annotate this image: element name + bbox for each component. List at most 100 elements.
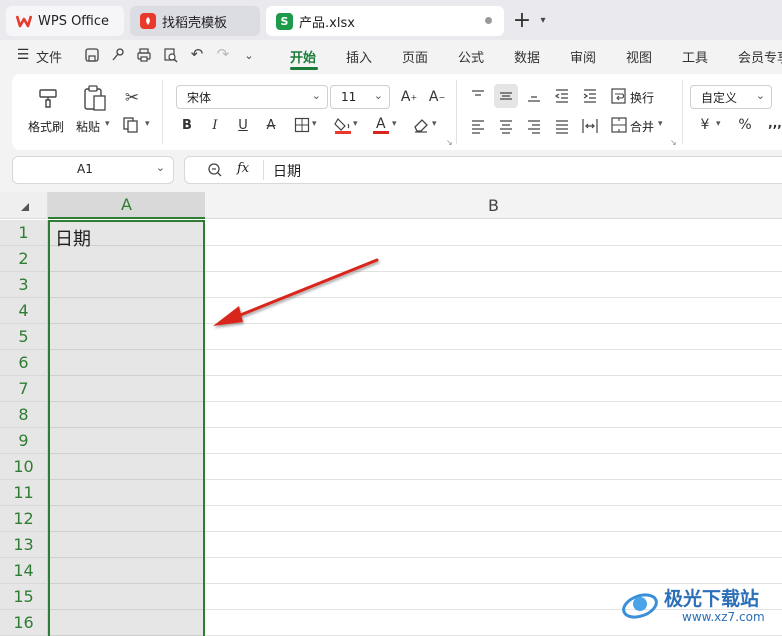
row-header[interactable]: 2: [0, 246, 48, 272]
tab-view[interactable]: 视图: [626, 47, 652, 66]
increase-indent-icon[interactable]: [580, 86, 600, 106]
underline-icon[interactable]: U: [232, 114, 254, 136]
bold-icon[interactable]: B: [176, 114, 198, 136]
formula-input-box[interactable]: fx 日期: [184, 156, 782, 184]
cell-a[interactable]: [48, 480, 205, 506]
font-name-select[interactable]: 宋体 ⌄: [176, 85, 328, 109]
align-bottom-icon[interactable]: [524, 86, 544, 106]
tab-template[interactable]: 找稻壳模板: [130, 6, 260, 36]
redo-icon[interactable]: ↷: [216, 45, 230, 63]
cell-a[interactable]: [48, 428, 205, 454]
cell-a[interactable]: [48, 350, 205, 376]
tab-page[interactable]: 页面: [402, 47, 428, 66]
menu-file[interactable]: 文件: [36, 47, 62, 66]
new-tab-plus-icon[interactable]: +: [512, 8, 532, 33]
merge-cells-icon[interactable]: [610, 116, 628, 134]
print-icon[interactable]: [136, 47, 152, 63]
unsaved-dot-icon[interactable]: [485, 17, 492, 24]
cell-a[interactable]: [48, 298, 205, 324]
distribute-icon[interactable]: [580, 116, 600, 136]
currency-format-icon[interactable]: ¥: [694, 114, 716, 136]
cell-a[interactable]: [48, 610, 205, 636]
row-header[interactable]: 1: [0, 220, 48, 246]
paste-label[interactable]: 粘贴: [76, 118, 100, 135]
tab-tools[interactable]: 工具: [682, 47, 708, 66]
tab-review[interactable]: 审阅: [570, 47, 596, 66]
borders-icon[interactable]: [294, 117, 310, 133]
row-header[interactable]: 11: [0, 480, 48, 506]
cell-a[interactable]: [48, 506, 205, 532]
row-header[interactable]: 14: [0, 558, 48, 584]
cell-a[interactable]: [48, 402, 205, 428]
wrap-text-icon[interactable]: [610, 86, 628, 106]
column-header-a[interactable]: A: [48, 192, 205, 219]
font-color-chevron-icon[interactable]: ▾: [392, 119, 397, 129]
align-top-icon[interactable]: [468, 86, 488, 106]
row-header[interactable]: 3: [0, 272, 48, 298]
row-header[interactable]: 7: [0, 376, 48, 402]
thousands-separator-icon[interactable]: ,,,: [764, 112, 782, 134]
undo-icon[interactable]: ↶: [190, 45, 204, 63]
cell-a[interactable]: [48, 532, 205, 558]
decrease-font-size-icon[interactable]: A −: [426, 86, 448, 108]
font-color-icon[interactable]: A: [372, 114, 390, 136]
row-header[interactable]: 12: [0, 506, 48, 532]
column-header-b[interactable]: B: [205, 192, 782, 219]
copy-icon[interactable]: [122, 116, 142, 134]
cell-a[interactable]: [48, 584, 205, 610]
fill-color-chevron-icon[interactable]: ▾: [353, 119, 358, 129]
font-size-select[interactable]: 11 ⌄: [330, 85, 390, 109]
row-header[interactable]: 10: [0, 454, 48, 480]
borders-chevron-icon[interactable]: ▾: [312, 119, 317, 129]
tab-list-chevron-icon[interactable]: ▾: [536, 12, 550, 28]
cell-a[interactable]: [48, 558, 205, 584]
sheet-grid[interactable]: A B 1 2 3 4 5 6 7 8 9 10 11 12 13 14 15 …: [0, 192, 782, 636]
align-right-icon[interactable]: [524, 116, 544, 136]
clear-format-chevron-icon[interactable]: ▾: [432, 119, 437, 129]
increase-font-size-icon[interactable]: A +: [398, 86, 420, 108]
name-box[interactable]: A1 ⌄: [12, 156, 174, 184]
number-format-select[interactable]: 自定义 ⌄: [690, 85, 772, 109]
merge-cells-label[interactable]: 合并: [630, 118, 654, 135]
format-painter-label[interactable]: 格式刷: [28, 118, 64, 135]
copy-chevron-icon[interactable]: ▾: [145, 119, 150, 129]
formula-content[interactable]: 日期: [273, 161, 301, 181]
format-painter-icon[interactable]: [36, 86, 60, 110]
hamburger-menu-icon[interactable]: ☰: [16, 47, 30, 63]
paste-icon[interactable]: [82, 84, 108, 112]
row-header[interactable]: 15: [0, 584, 48, 610]
tab-insert[interactable]: 插入: [346, 47, 372, 66]
tab-member[interactable]: 会员专享: [738, 47, 782, 66]
tab-data[interactable]: 数据: [514, 47, 540, 66]
justify-icon[interactable]: [552, 116, 572, 136]
row-header[interactable]: 16: [0, 610, 48, 636]
merge-chevron-icon[interactable]: ▾: [658, 119, 663, 129]
row-header[interactable]: 6: [0, 350, 48, 376]
share-link-icon[interactable]: [110, 47, 126, 63]
decrease-indent-icon[interactable]: [552, 86, 572, 106]
save-icon[interactable]: [84, 47, 100, 63]
align-middle-icon[interactable]: [494, 84, 518, 108]
italic-icon[interactable]: I: [204, 114, 226, 136]
tab-file-product[interactable]: S 产品.xlsx: [266, 6, 504, 36]
cell-a[interactable]: [48, 324, 205, 350]
tab-formula[interactable]: 公式: [458, 47, 484, 66]
cell-a[interactable]: [48, 272, 205, 298]
align-center-icon[interactable]: [496, 116, 516, 136]
select-all-corner[interactable]: [0, 192, 48, 219]
cut-scissors-icon[interactable]: ✂: [122, 88, 142, 108]
fx-function-icon[interactable]: fx: [237, 161, 249, 176]
tab-wps-office[interactable]: WPS Office: [6, 6, 124, 36]
row-header[interactable]: 5: [0, 324, 48, 350]
row-header[interactable]: 9: [0, 428, 48, 454]
strikethrough-icon[interactable]: A: [260, 114, 282, 136]
paste-chevron-icon[interactable]: ▾: [105, 119, 110, 129]
cell-a[interactable]: [48, 376, 205, 402]
zoom-search-icon[interactable]: [207, 162, 223, 178]
align-left-icon[interactable]: [468, 116, 488, 136]
row-header[interactable]: 4: [0, 298, 48, 324]
currency-chevron-icon[interactable]: ▾: [716, 119, 721, 129]
quick-access-chevron-icon[interactable]: ⌄: [242, 48, 256, 62]
row-header[interactable]: 8: [0, 402, 48, 428]
print-preview-icon[interactable]: [162, 47, 178, 63]
